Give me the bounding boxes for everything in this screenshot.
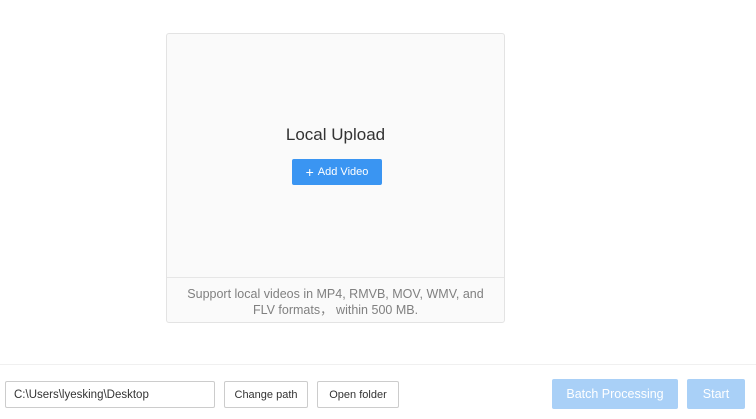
add-video-label: Add Video bbox=[317, 166, 369, 178]
open-folder-button[interactable]: Open folder bbox=[317, 381, 399, 408]
output-path-input[interactable] bbox=[5, 381, 215, 408]
change-path-button[interactable]: Change path bbox=[224, 381, 308, 408]
upload-drop-area[interactable]: Local Upload + Add Video bbox=[167, 34, 504, 278]
add-video-button[interactable]: + Add Video bbox=[292, 159, 382, 185]
plus-icon: + bbox=[305, 164, 314, 180]
start-button[interactable]: Start bbox=[687, 379, 745, 409]
supported-formats-text: Support local videos in MP4, RMVB, MOV, … bbox=[187, 287, 484, 317]
footer-divider bbox=[0, 364, 756, 365]
upload-panel: Local Upload + Add Video Support local v… bbox=[166, 33, 505, 323]
batch-processing-button[interactable]: Batch Processing bbox=[552, 379, 678, 409]
upload-title: Local Upload bbox=[285, 125, 386, 144]
